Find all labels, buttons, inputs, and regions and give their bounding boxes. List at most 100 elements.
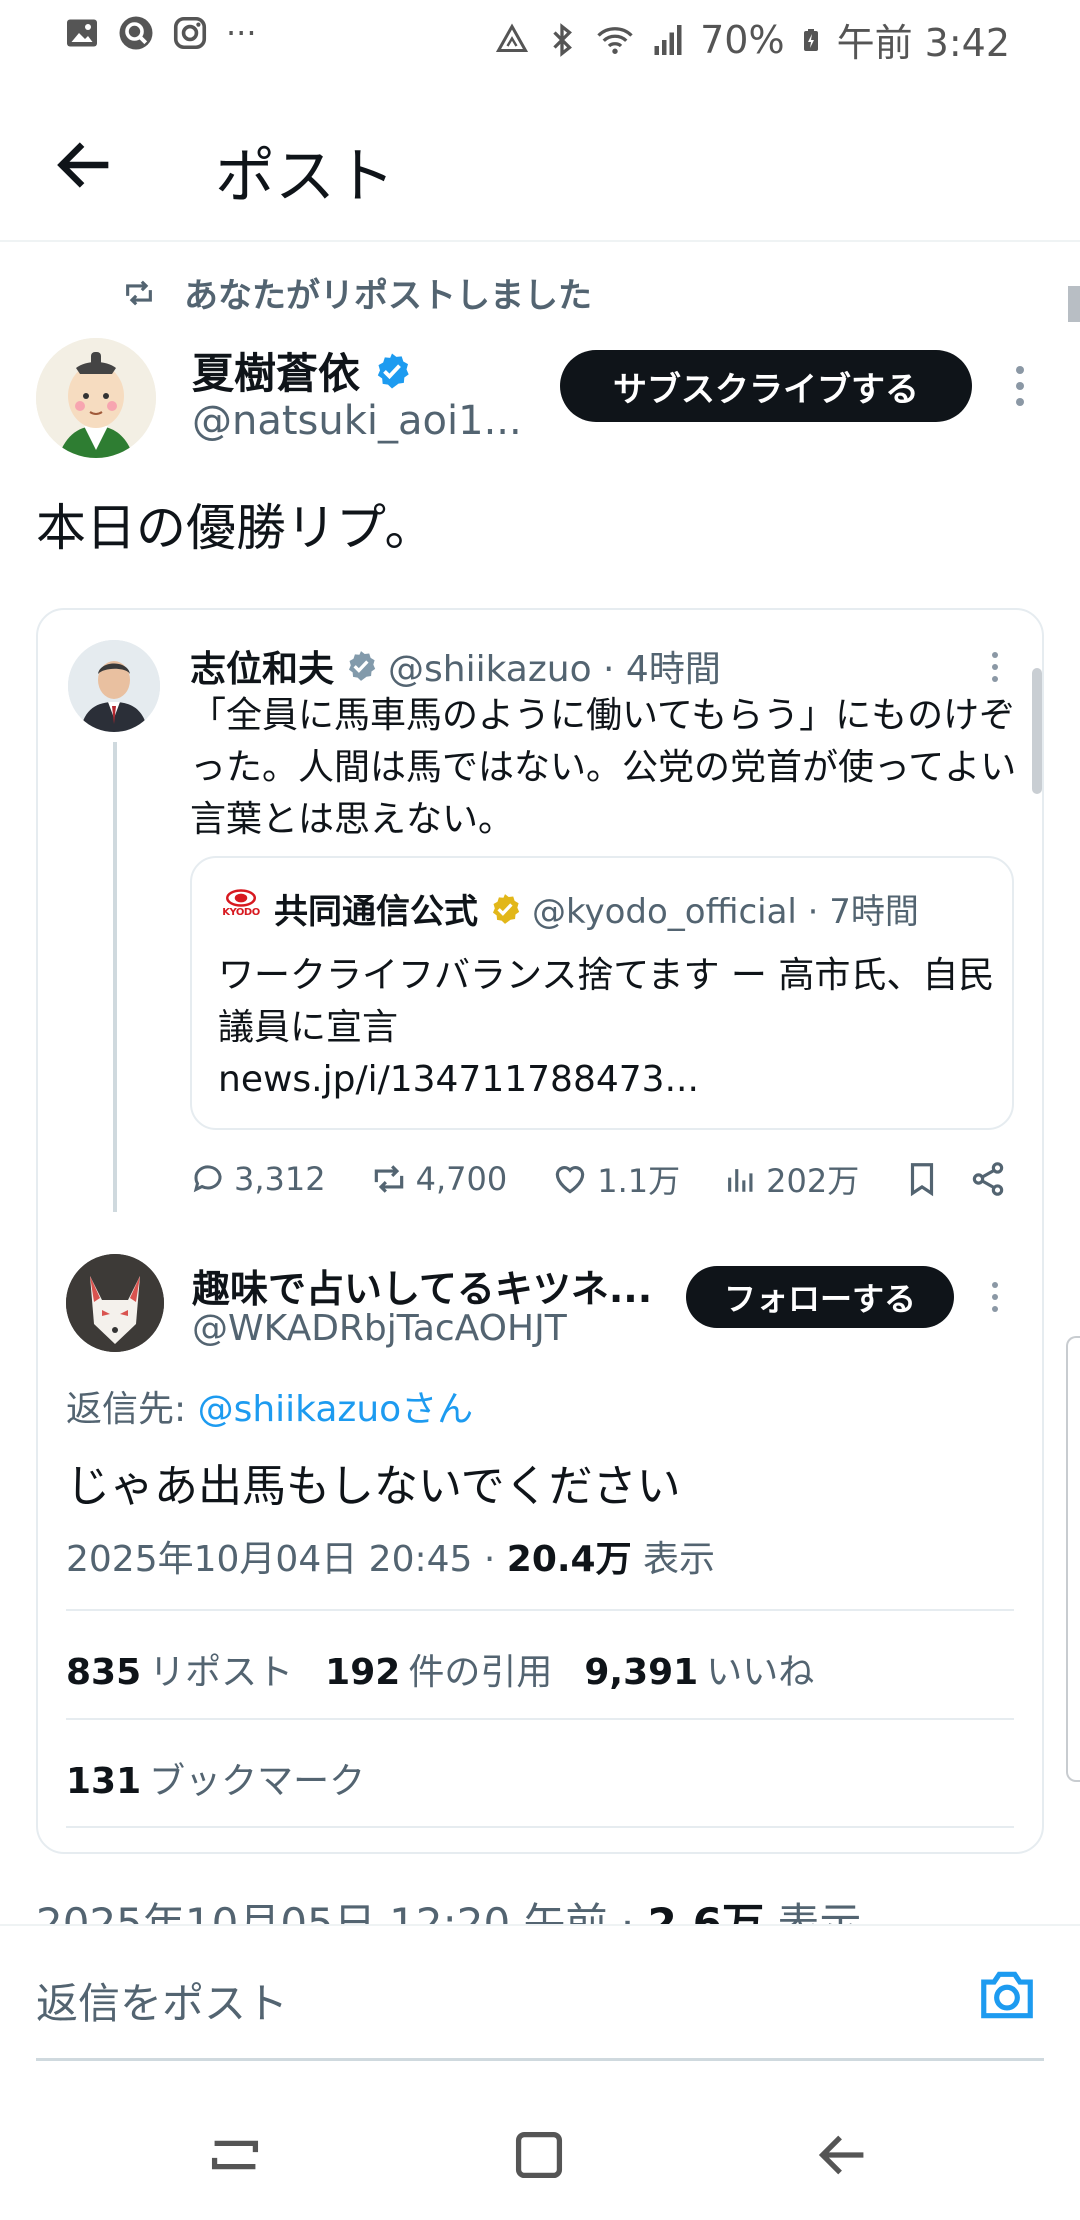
reply-views: 20.4万 (506, 1539, 632, 1580)
home-icon[interactable] (504, 2120, 574, 2190)
stat-bookmarks-label: ブックマーク (149, 1761, 366, 1802)
shii-avatar[interactable] (68, 640, 160, 732)
more-options-icon[interactable] (1015, 366, 1025, 406)
divider (66, 1826, 1014, 1828)
samurai-avatar-illustration (36, 338, 156, 458)
stat-quotes-label: 件の引用 (408, 1652, 553, 1693)
reply-author-handle[interactable]: @WKADRbjTacAOHJT (192, 1308, 567, 1349)
reply-to-prefix: 返信先: (66, 1389, 198, 1430)
wifi-icon (597, 26, 633, 54)
reply-to-mention[interactable]: @shiikazuoさん (198, 1389, 474, 1430)
stat-reposts-label: リポスト (149, 1652, 294, 1693)
top-header: ポスト (0, 90, 1080, 242)
edge-panel-handle[interactable] (1066, 1336, 1080, 1782)
post-meta-views-label: 表示 (763, 1899, 862, 1924)
stat-likes[interactable]: 9,391 いいね (584, 1643, 814, 1695)
verified-gray-badge-icon (348, 651, 376, 681)
stat-bookmarks[interactable]: 131 ブックマーク (66, 1752, 365, 1804)
fox-avatar[interactable] (66, 1254, 164, 1352)
quoted-tweet-header: 志位和夫 @shiikazuo · 4時間 (190, 640, 721, 692)
verified-gold-badge-icon (492, 893, 520, 924)
page-title: ポスト (215, 142, 395, 212)
back-arrow-icon[interactable] (50, 130, 120, 200)
system-nav-bar (0, 2090, 1080, 2220)
repost-action[interactable]: 4,700 (370, 1160, 508, 1198)
stat-reposts[interactable]: 835 リポスト (66, 1643, 293, 1695)
repost-indicator: あなたがリポストしました (122, 268, 592, 317)
data-saver-icon (496, 22, 529, 52)
back-nav-icon[interactable] (808, 2120, 878, 2190)
repost-icon (126, 280, 152, 305)
divider (66, 1609, 1014, 1611)
gallery-icon (67, 19, 97, 47)
tweet-more-icon[interactable] (990, 652, 1000, 682)
kyodo-header: KYODO 共同通信公式 @kyodo_official · 7時間 (218, 884, 919, 933)
reply-author-name[interactable]: 趣味で占いしてるキツネ... (192, 1258, 652, 1313)
status-overflow: ··· (226, 14, 257, 52)
repost-action-icon (374, 1165, 403, 1193)
reply-action[interactable]: 3,312 (190, 1160, 326, 1198)
stat-quotes-count: 192 (325, 1652, 401, 1693)
repost-count: 4,700 (415, 1160, 508, 1198)
quoted-news-card[interactable]: KYODO 共同通信公式 @kyodo_official · 7時間 ワークライ… (190, 856, 1014, 1130)
views-count: 202万 (766, 1162, 860, 1200)
stat-reposts-count: 835 (66, 1652, 142, 1693)
kyodo-name[interactable]: 共同通信公式 (274, 884, 478, 933)
search-app-icon (119, 16, 153, 50)
views-action[interactable]: 202万 (724, 1156, 859, 1202)
reply-stats: 835 リポスト 192 件の引用 9,391 いいね (66, 1643, 814, 1695)
status-bar: ··· 70% 午前 3:42 (0, 0, 1080, 70)
kyodo-logo-mark-icon (226, 888, 256, 907)
share-icon[interactable] (969, 1160, 1007, 1198)
reply-to-line: 返信先: @shiikazuoさん (66, 1380, 473, 1432)
stat-quotes[interactable]: 192 件の引用 (325, 1643, 552, 1695)
kyodo-link[interactable]: news.jp/i/134711788473... (218, 1054, 998, 1106)
reply-meta: 2025年10月04日 20:45 · 20.4万 表示 (66, 1530, 715, 1582)
post-meta: 2025年10月05日 12:20 午前 · 2.6万 表示 (36, 1890, 861, 1924)
stat-likes-count: 9,391 (584, 1652, 699, 1693)
bluetooth-icon (553, 22, 573, 57)
thread-connector-line (113, 742, 117, 1212)
kyodo-handle-time[interactable]: @kyodo_official · 7時間 (532, 884, 919, 933)
like-action[interactable]: 1.1万 (551, 1156, 680, 1202)
heart-icon (555, 1166, 585, 1194)
reply-input[interactable]: 返信をポスト (36, 1970, 288, 2031)
author-avatar[interactable] (36, 338, 156, 458)
man-portrait-illustration (68, 640, 160, 732)
kyodo-headline: ワークライフバランス捨てます ー 高市氏、自民議員に宣言 (218, 955, 995, 1048)
subscribe-button[interactable]: サブスクライブする (560, 350, 972, 422)
kyodo-logo: KYODO (218, 888, 264, 929)
camera-icon[interactable] (974, 1964, 1040, 2026)
instagram-icon (173, 16, 207, 50)
battery-percent: 70% (700, 17, 785, 62)
shii-name[interactable]: 志位和夫 (190, 640, 334, 692)
status-right: 70% 午前 3:42 (494, 12, 1010, 67)
kyodo-logo-text: KYODO (222, 906, 260, 918)
reply-composer: 返信をポスト (0, 1924, 1080, 2066)
embedded-scrollbar (1032, 668, 1042, 794)
status-left: ··· (64, 14, 257, 52)
fox-mask-illustration (66, 1254, 164, 1352)
shii-tweet-text: 「全員に馬車馬のように働いてもらう」にものけぞった。人間は馬ではない。公党の党首… (190, 695, 1017, 840)
stat-likes-label: いいね (706, 1652, 815, 1693)
bookmark-icon[interactable] (903, 1160, 941, 1198)
recent-apps-icon[interactable] (200, 2120, 270, 2190)
follow-button[interactable]: フォローする (686, 1266, 954, 1328)
like-count: 1.1万 (597, 1162, 681, 1200)
page-scrollbar[interactable] (1068, 286, 1080, 322)
reply-more-icon[interactable] (990, 1282, 1000, 1312)
status-time: 午前 3:42 (836, 21, 1010, 65)
signal-icon (654, 24, 682, 55)
reply-icon (193, 1165, 222, 1193)
reply-date: 2025年10月04日 20:45 · (66, 1539, 507, 1580)
post-meta-views: 2.6万 (647, 1899, 764, 1924)
author-name[interactable]: 夏樹蒼依 (192, 340, 360, 401)
shii-handle-time[interactable]: @shiikazuo · 4時間 (388, 640, 721, 692)
kyodo-body: ワークライフバランス捨てます ー 高市氏、自民議員に宣言 news.jp/i/1… (218, 950, 998, 1106)
repost-label: あなたがリポストしました (184, 276, 592, 316)
post-meta-date: 2025年10月05日 12:20 午前 · (36, 1899, 648, 1924)
author-handle[interactable]: @natsuki_aoi1... (192, 398, 522, 444)
reply-count: 3,312 (234, 1160, 326, 1198)
post-text: 本日の優勝リプ。 (36, 499, 435, 557)
reply-views-label: 表示 (631, 1539, 716, 1580)
